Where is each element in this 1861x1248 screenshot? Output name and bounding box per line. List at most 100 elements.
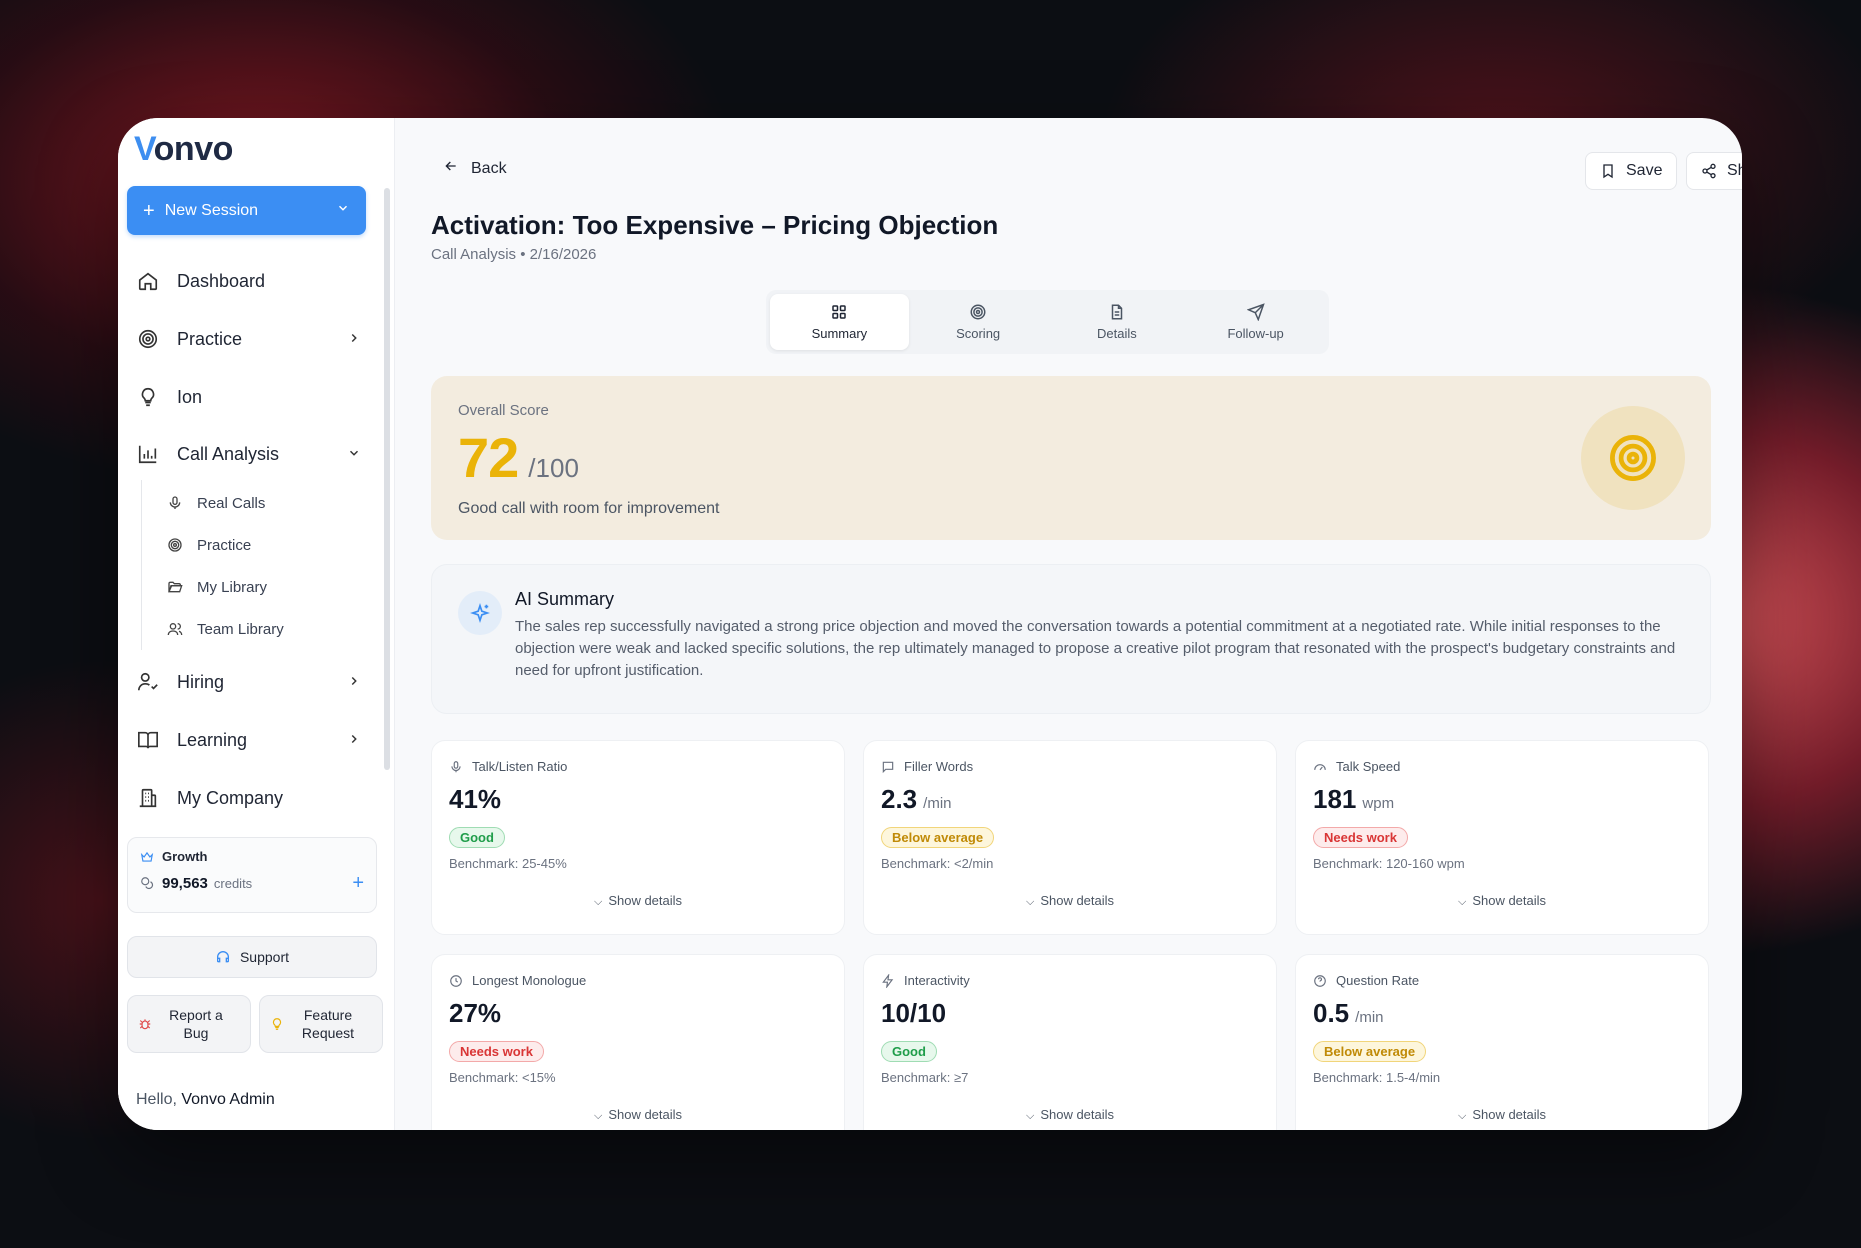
bookmark-icon (1600, 163, 1616, 179)
show-details-button[interactable]: ⌵ Show details (432, 1107, 844, 1123)
status-badge: Good (449, 827, 505, 848)
plus-icon: + (143, 199, 155, 222)
arrow-left-icon (443, 158, 459, 179)
sidebar-item-hiring[interactable]: Hiring (136, 664, 361, 700)
feature-request-label: Request (301, 1025, 355, 1041)
bar-chart-icon (136, 442, 160, 466)
target-icon (166, 536, 184, 554)
tab-summary[interactable]: Summary (770, 294, 909, 350)
lightbulb-icon (136, 385, 160, 409)
sidebar-scrollbar[interactable] (384, 188, 390, 770)
sidebar-item-ion[interactable]: Ion (136, 379, 361, 415)
clock-icon (449, 974, 463, 988)
tab-label: Details (1097, 326, 1137, 341)
app-window: Vonvo + New Session Dashboard Practice I… (118, 118, 1742, 1130)
bug-icon (138, 1017, 152, 1031)
report-bug-button[interactable]: Report a Bug (127, 995, 251, 1053)
show-details-label: Show details (608, 893, 683, 908)
save-button[interactable]: Save (1585, 152, 1678, 190)
metric-value: 41% (449, 784, 502, 814)
show-details-button[interactable]: ⌵ Show details (432, 893, 844, 909)
tab-label: Scoring (956, 326, 1001, 341)
credits-value: 99,563 (162, 874, 208, 892)
tab-follow-up[interactable]: Follow-up (1186, 294, 1325, 350)
tab-details[interactable]: Details (1048, 294, 1187, 350)
sidebar-item-my-company[interactable]: My Company (136, 780, 361, 816)
sidebar-item-learning[interactable]: Learning (136, 722, 361, 758)
metric-card-talk-listen: Talk/Listen Ratio 41% Good Benchmark: 25… (431, 740, 845, 935)
ai-summary-card: AI Summary The sales rep successfully na… (431, 564, 1711, 714)
show-details-button[interactable]: ⌵ Show details (1296, 893, 1708, 909)
show-details-button[interactable]: ⌵ Show details (864, 1107, 1276, 1123)
zap-icon (881, 973, 895, 988)
share-label: Share (1727, 162, 1742, 179)
chevron-down-icon: ⌵ (593, 1110, 603, 1122)
metric-benchmark: Benchmark: 25-45% (449, 856, 567, 871)
user-name[interactable]: Vonvo Admin (181, 1091, 274, 1108)
metric-label: Talk/Listen Ratio (472, 759, 568, 774)
tab-scoring[interactable]: Scoring (909, 294, 1048, 350)
target-icon (1581, 406, 1685, 510)
show-details-button[interactable]: ⌵ Show details (864, 893, 1276, 909)
metric-card-filler-words: Filler Words 2.3/min Below average Bench… (863, 740, 1277, 935)
home-icon (136, 269, 160, 293)
sidebar-subitem-practice[interactable]: Practice (166, 531, 251, 559)
gauge-icon (1313, 760, 1327, 774)
sidebar: Vonvo + New Session Dashboard Practice I… (118, 118, 395, 1130)
back-button[interactable]: Back (443, 158, 507, 179)
chevron-down-icon: ⌵ (593, 896, 603, 908)
report-bug-label: Bug (183, 1025, 209, 1041)
report-bug-label: Report a (169, 1007, 223, 1023)
vonvo-logo[interactable]: Vonvo (134, 130, 233, 169)
metric-unit: /min (923, 795, 952, 812)
save-label: Save (1626, 162, 1663, 179)
sidebar-item-dashboard[interactable]: Dashboard (136, 263, 361, 299)
metric-label: Interactivity (904, 973, 970, 988)
metric-unit: /min (1355, 1009, 1384, 1026)
credits-unit: credits (213, 875, 253, 891)
metric-value: 0.5 (1313, 998, 1350, 1028)
user-greeting: Hello, Vonvo Admin (136, 1091, 275, 1109)
credits-card: Growth 99,563 credits + (127, 837, 377, 913)
sidebar-item-call-analysis[interactable]: Call Analysis (136, 436, 361, 472)
sidebar-subitem-label: Practice (197, 536, 252, 554)
new-session-button[interactable]: + New Session (127, 186, 366, 235)
show-details-button[interactable]: ⌵ Show details (1296, 1107, 1708, 1123)
sidebar-item-practice[interactable]: Practice (136, 321, 361, 357)
coins-icon (140, 876, 154, 890)
feature-request-button[interactable]: Feature Request (259, 995, 383, 1053)
status-badge: Below average (1313, 1041, 1427, 1062)
chevron-right-icon (347, 674, 361, 691)
add-credits-button[interactable]: + (352, 873, 364, 893)
metric-benchmark: Benchmark: 120-160 wpm (1313, 856, 1465, 871)
metric-card-interactivity: Interactivity 10/10 Good Benchmark: ≥7 ⌵… (863, 954, 1277, 1130)
building-icon (136, 786, 160, 810)
back-label: Back (471, 159, 507, 177)
tab-bar: Summary Scoring Details Follow-up (766, 290, 1329, 354)
sidebar-item-label: Dashboard (177, 270, 266, 291)
greeting-text: Hello, (136, 1091, 177, 1108)
show-details-label: Show details (1040, 893, 1115, 908)
book-open-icon (136, 728, 160, 752)
metric-value: 27% (449, 998, 502, 1028)
new-session-label: New Session (164, 201, 259, 219)
sidebar-subitem-my-library[interactable]: My Library (166, 573, 267, 601)
metric-label: Question Rate (1336, 973, 1420, 988)
folder-open-icon (166, 578, 184, 596)
file-text-icon (1108, 303, 1126, 321)
sidebar-subitem-label: Real Calls (197, 494, 266, 512)
chevron-right-icon (347, 732, 361, 749)
sidebar-subitem-team-library[interactable]: Team Library (166, 615, 284, 643)
metric-card-question-rate: Question Rate 0.5/min Below average Benc… (1295, 954, 1709, 1130)
feature-request-label: Feature (303, 1007, 353, 1023)
show-details-label: Show details (1040, 1107, 1115, 1122)
chevron-down-icon (347, 446, 361, 463)
main-content: Back Save Share Activation: Too Expensiv… (395, 118, 1742, 1130)
support-button[interactable]: Support (127, 936, 377, 978)
sidebar-subitem-real-calls[interactable]: Real Calls (166, 489, 265, 517)
microphone-icon (449, 760, 463, 774)
share-button[interactable]: Share (1686, 152, 1742, 190)
microphone-icon (166, 494, 184, 512)
chevron-down-icon: ⌵ (1457, 896, 1467, 908)
chevron-down-icon[interactable] (336, 201, 350, 220)
